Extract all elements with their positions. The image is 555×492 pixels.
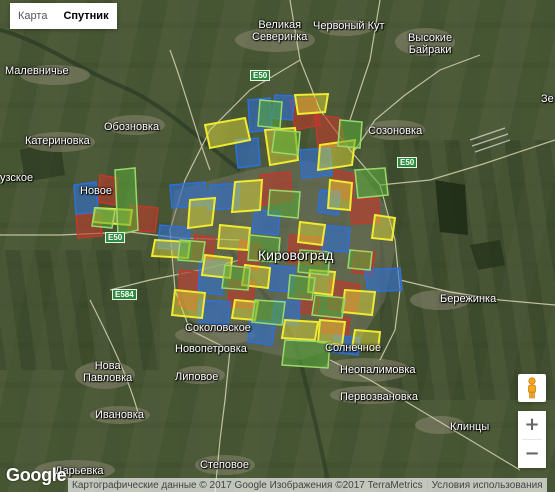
road-shield-e50: E50: [250, 70, 271, 81]
road-shield-e50: E50: [397, 157, 418, 168]
map-type-map-button[interactable]: Карта: [10, 3, 56, 29]
map-data-attribution[interactable]: Картографические данные © 2017 Google Из…: [68, 480, 427, 491]
street-view-pegman-button[interactable]: [518, 374, 546, 402]
place-label-nova-pavlovka: Нова Павловка: [83, 360, 133, 384]
place-label-neopalimovka: Неопалимовка: [340, 364, 416, 376]
place-label-solnechnoe: Солнечное: [325, 342, 382, 354]
map-container[interactable]: Великая Северинка Червоный Кут Высокие Б…: [0, 0, 555, 492]
place-label-stepovoe: Степовое: [200, 459, 250, 471]
place-label-vysokie-bayraki: Высокие Байраки: [408, 32, 453, 56]
attribution-bar: Картографические данные © 2017 Google Из…: [68, 478, 547, 492]
place-label-katerinovka: Катериновка: [25, 135, 90, 147]
place-label-ze: Зе: [541, 93, 554, 105]
place-label-sokolovskoe: Соколовское: [185, 322, 251, 334]
place-label-novoe: Новое: [80, 185, 113, 197]
place-label-uzskoe: узское: [0, 172, 34, 184]
place-label-ivanovka: Ивановка: [95, 409, 144, 421]
place-label-berezhinka: Бережинка: [440, 293, 497, 305]
place-label-malevnichye: Малевничье: [5, 65, 69, 77]
place-label-velikaya-severinka: Великая Северинка: [252, 19, 308, 43]
place-label-klintsy: Клинцы: [450, 421, 490, 433]
pegman-icon: [528, 377, 536, 399]
place-label-pervozvanovka: Первозвановка: [340, 391, 418, 403]
zoom-out-button[interactable]: −: [518, 440, 546, 468]
map-type-control: Карта Спутник: [10, 3, 117, 29]
terms-of-use-link[interactable]: Условия использования: [426, 479, 547, 491]
map-type-satellite-button[interactable]: Спутник: [55, 3, 117, 29]
place-label-chervony-kut: Червоный Кут: [313, 20, 385, 32]
road-shield-e50: E50: [105, 232, 126, 243]
place-label-sozonovka: Созоновка: [368, 125, 423, 137]
zoom-control: + −: [518, 411, 546, 468]
place-label-novopetrovka: Новопетровка: [175, 343, 247, 355]
google-logo[interactable]: Google: [6, 465, 67, 486]
zoom-in-button[interactable]: +: [518, 411, 546, 439]
satellite-imagery[interactable]: [0, 0, 555, 492]
road-shield-e584: E584: [112, 289, 137, 300]
place-label-lipovoe: Липовое: [175, 371, 219, 383]
place-label-kirovograd: Кировоград: [258, 247, 334, 263]
place-label-obozovka: Обозновка: [104, 121, 160, 133]
